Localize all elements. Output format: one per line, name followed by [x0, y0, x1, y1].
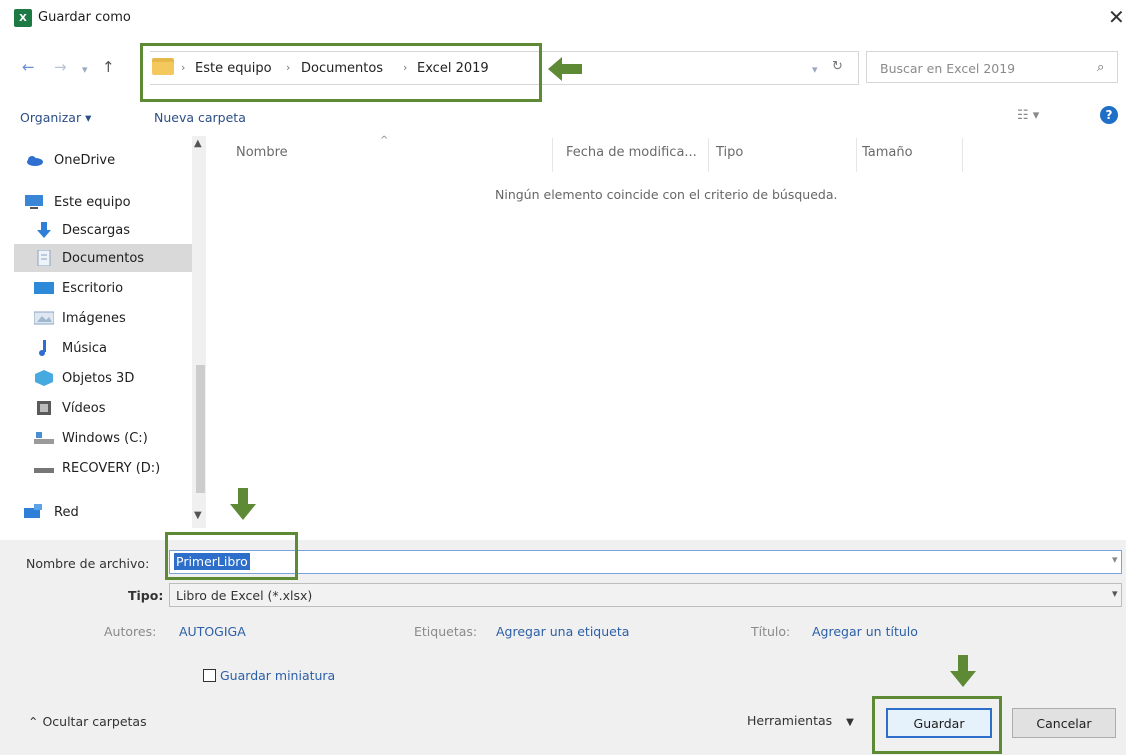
sidebar-item-label: Red: [54, 504, 79, 520]
documents-icon: [37, 250, 51, 266]
column-divider[interactable]: [552, 138, 553, 172]
sidebar-item-objetos-3d[interactable]: Objetos 3D: [14, 364, 206, 392]
annotation-arrow-down-icon: [230, 488, 256, 520]
onedrive-icon: [27, 156, 43, 166]
sidebar-item-label: OneDrive: [54, 152, 116, 168]
save-thumbnail-label[interactable]: Guardar miniatura: [220, 668, 335, 683]
sort-ascending-icon: ^: [380, 135, 389, 146]
sidebar-item-red[interactable]: Red: [14, 498, 206, 526]
sidebar-item-imagenes[interactable]: Imágenes: [14, 304, 206, 332]
column-header-type[interactable]: Tipo: [716, 145, 743, 160]
scroll-up-icon[interactable]: ▲: [194, 138, 202, 149]
sidebar-item-label: RECOVERY (D:): [62, 460, 161, 476]
file-type-chevron-icon[interactable]: ▾: [1112, 587, 1118, 600]
annotation-box-address: [140, 43, 542, 102]
sidebar-item-label: Este equipo: [54, 194, 131, 210]
network-icon: [24, 504, 42, 518]
column-divider[interactable]: [708, 138, 709, 172]
recent-locations-chevron-icon[interactable]: ▾: [82, 63, 88, 76]
file-type-value: Libro de Excel (*.xlsx): [176, 588, 313, 603]
videos-icon: [37, 401, 51, 415]
column-divider[interactable]: [856, 138, 857, 172]
drive-d-icon: [34, 468, 54, 473]
address-dropdown-chevron-icon[interactable]: ▾: [812, 63, 818, 76]
title-value[interactable]: Agregar un título: [812, 624, 918, 639]
drive-c-icon: [34, 432, 54, 444]
search-icon[interactable]: ⌕: [1097, 60, 1104, 75]
annotation-arrow-left-icon: [548, 57, 582, 81]
close-icon[interactable]: ✕: [1108, 5, 1125, 29]
sidebar-item-windows-c[interactable]: Windows (C:): [14, 424, 206, 452]
forward-arrow-icon[interactable]: →: [54, 58, 67, 76]
filename-input[interactable]: [169, 550, 1122, 574]
annotation-arrow-down-icon: [950, 655, 976, 687]
type-label: Tipo:: [128, 588, 164, 603]
chevron-down-icon: ▼: [846, 717, 854, 728]
sidebar-item-recovery-d[interactable]: RECOVERY (D:): [14, 454, 206, 482]
hide-folders-button[interactable]: ⌃ Ocultar carpetas: [28, 714, 147, 729]
window-title: Guardar como: [38, 10, 131, 25]
sidebar-item-escritorio[interactable]: Escritorio: [14, 274, 206, 302]
search-placeholder: Buscar en Excel 2019: [880, 61, 1016, 76]
navigation-pane: OneDrive Este equipo Descargas Documento…: [14, 136, 206, 528]
sidebar-item-label: Escritorio: [62, 280, 124, 296]
tags-value[interactable]: Agregar una etiqueta: [496, 624, 629, 639]
up-arrow-icon[interactable]: ↑: [102, 58, 115, 76]
title-label: Título:: [751, 624, 791, 639]
column-header-name[interactable]: Nombre: [236, 145, 288, 160]
sidebar-item-onedrive[interactable]: OneDrive: [14, 146, 206, 174]
chevron-up-icon: ⌃: [28, 714, 43, 729]
tags-label: Etiquetas:: [414, 624, 478, 639]
sidebar-item-label: Descargas: [62, 222, 131, 238]
sidebar-item-este-equipo[interactable]: Este equipo: [14, 188, 206, 216]
tools-label: Herramientas: [747, 713, 833, 728]
sidebar-item-musica[interactable]: Música: [14, 334, 206, 362]
music-icon: [39, 340, 46, 356]
view-options-icon[interactable]: ☷ ▾: [1017, 108, 1039, 123]
save-thumbnail-checkbox[interactable]: [203, 669, 216, 682]
tools-dropdown[interactable]: Herramientas ▼: [747, 713, 854, 728]
column-divider[interactable]: [962, 138, 963, 172]
authors-label: Autores:: [104, 624, 157, 639]
refresh-icon[interactable]: ↻: [832, 59, 843, 74]
sidebar-item-videos[interactable]: Vídeos: [14, 394, 206, 422]
authors-value[interactable]: AUTOGIGA: [179, 624, 246, 639]
filename-dropdown-chevron-icon[interactable]: ▾: [1112, 553, 1118, 566]
annotation-box-filename: [165, 532, 298, 580]
download-icon: [37, 222, 51, 238]
sidebar-item-documentos[interactable]: Documentos: [14, 244, 206, 272]
sidebar-item-label: Windows (C:): [62, 430, 148, 446]
sidebar-item-label: Música: [62, 340, 107, 356]
hide-folders-label: Ocultar carpetas: [42, 714, 147, 729]
pictures-icon: [34, 311, 54, 325]
sidebar-scrollbar-thumb[interactable]: [196, 365, 205, 493]
back-arrow-icon[interactable]: ←: [22, 58, 35, 76]
sidebar-item-label: Vídeos: [62, 400, 106, 416]
excel-app-icon: X: [14, 9, 32, 27]
empty-folder-message: Ningún elemento coincide con el criterio…: [495, 187, 838, 202]
desktop-icon: [34, 282, 54, 294]
organize-button[interactable]: Organizar ▾: [20, 110, 91, 125]
sidebar-item-descargas[interactable]: Descargas: [14, 216, 206, 244]
new-folder-button[interactable]: Nueva carpeta: [154, 110, 246, 125]
cancel-button[interactable]: Cancelar: [1012, 708, 1116, 738]
column-header-size[interactable]: Tamaño: [862, 145, 913, 160]
sidebar-item-label: Documentos: [62, 250, 145, 266]
help-icon[interactable]: ?: [1100, 106, 1118, 124]
filename-label: Nombre de archivo:: [26, 556, 150, 571]
column-header-date[interactable]: Fecha de modifica...: [566, 145, 697, 160]
scroll-down-icon[interactable]: ▼: [194, 510, 202, 521]
computer-icon: [25, 195, 43, 209]
sidebar-item-label: Imágenes: [62, 310, 126, 326]
3d-objects-icon: [35, 370, 53, 386]
annotation-box-save: [872, 696, 1002, 754]
sidebar-item-label: Objetos 3D: [62, 370, 135, 386]
